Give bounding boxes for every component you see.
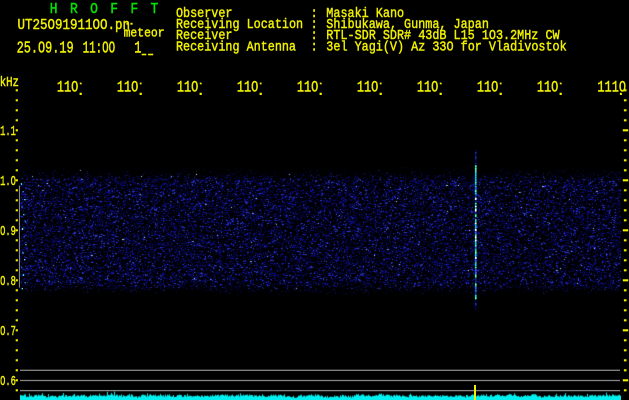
svg-text:H: H [50, 2, 58, 18]
svg-text:25.O9.19: 25.O9.19 [17, 40, 74, 58]
svg-text:F: F [130, 2, 138, 18]
svg-text:1.O: 1.O [0, 174, 16, 190]
svg-text:11O: 11O [117, 79, 138, 97]
svg-text:11O: 11O [297, 79, 318, 97]
svg-text:11O: 11O [177, 79, 198, 97]
svg-text::: : [311, 39, 318, 55]
svg-text:11O: 11O [477, 79, 498, 97]
svg-text:T: T [151, 2, 159, 18]
svg-text:meteor: meteor [124, 25, 165, 40]
svg-text:O.6: O.6 [0, 374, 16, 390]
svg-text:11:OO: 11:OO [83, 40, 116, 58]
svg-text:11O: 11O [237, 79, 258, 97]
svg-text:F: F [110, 2, 118, 18]
svg-text:O.9: O.9 [0, 224, 16, 240]
svg-text:O.7: O.7 [0, 324, 16, 340]
svg-text:11O: 11O [417, 79, 438, 97]
svg-text:kHz: kHz [0, 76, 19, 91]
svg-text:UT25O91911OO.pn: UT25O91911OO.pn [18, 18, 131, 34]
svg-text:R: R [70, 2, 78, 18]
svg-text:O.8: O.8 [0, 274, 16, 290]
svg-text:O: O [90, 2, 98, 18]
svg-text:1.1: 1.1 [0, 124, 16, 140]
svg-text:11O: 11O [537, 79, 558, 97]
svg-text:3el Yagi(V) Az 33O for Vladivo: 3el Yagi(V) Az 33O for Vladivostok [326, 39, 566, 55]
svg-text:11O: 11O [357, 79, 378, 97]
svg-text:1: 1 [134, 40, 141, 58]
svg-text:11O: 11O [57, 79, 78, 97]
svg-text:Receiving Antenna: Receiving Antenna [176, 39, 296, 55]
